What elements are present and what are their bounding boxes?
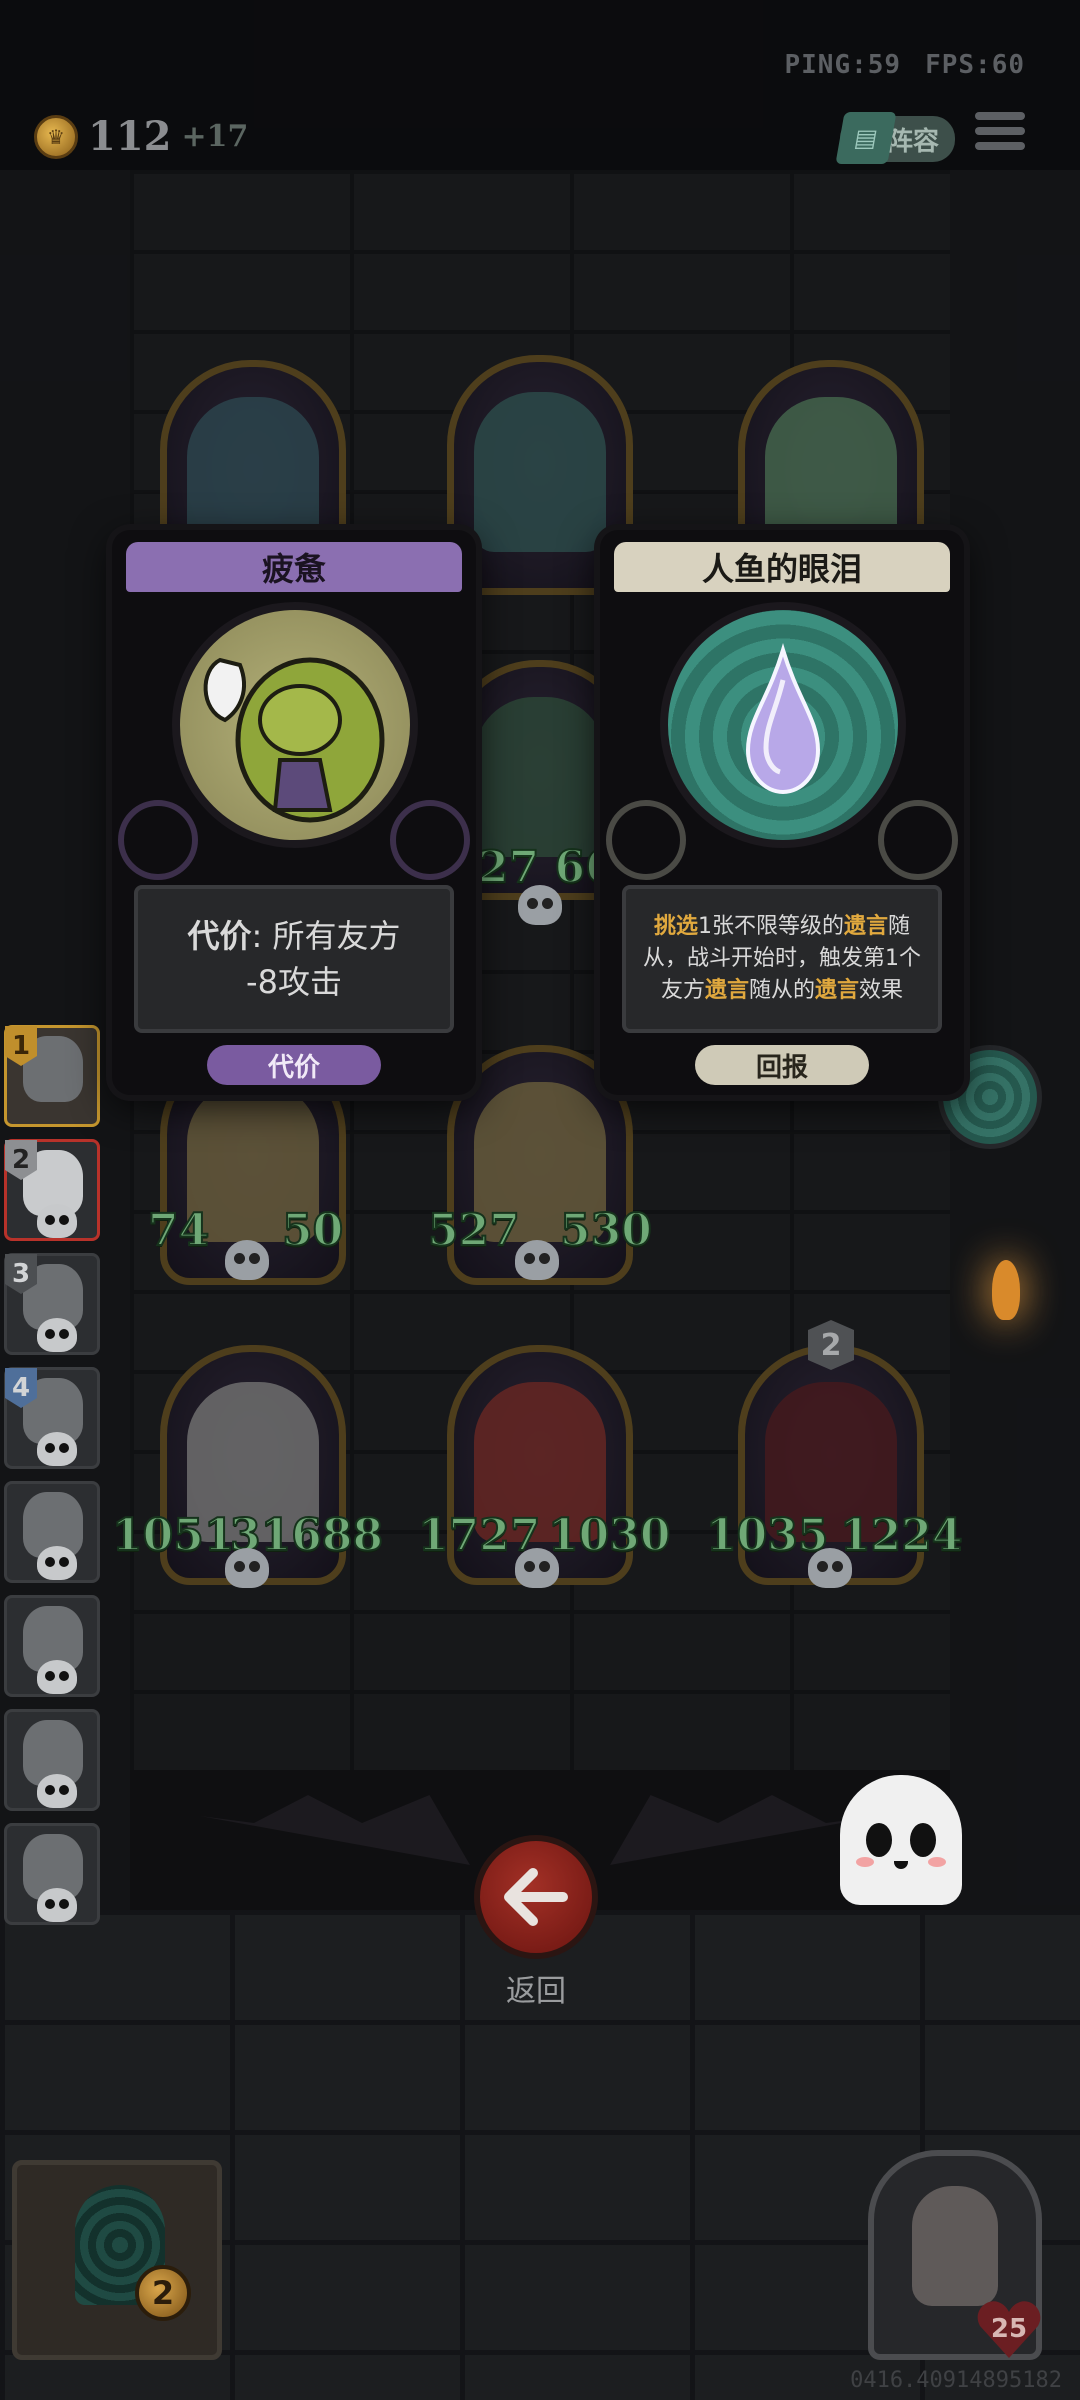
ping-text: PING:59 bbox=[784, 50, 902, 80]
highlight-text: 遗言 bbox=[704, 978, 749, 1003]
desc-text: 1张不限等级的 bbox=[697, 914, 844, 939]
player-slot[interactable] bbox=[4, 1595, 100, 1697]
cost-text-line2: -8攻击 bbox=[246, 963, 342, 1001]
cost-card-description: 代价: 所有友方 -8攻击 bbox=[134, 885, 454, 1033]
session-id: 0416.40914895182 bbox=[850, 2368, 1062, 2393]
lineup-label: 阵容 bbox=[886, 126, 939, 157]
skull-icon bbox=[37, 1774, 77, 1808]
minion-health: 1030 bbox=[547, 1509, 671, 1562]
hero-avatar bbox=[912, 2186, 998, 2306]
highlight-text: 遗言 bbox=[815, 978, 860, 1003]
modal-dim-overlay bbox=[0, 0, 1080, 2400]
coin-amount: 112 bbox=[88, 113, 172, 160]
cost-card-art bbox=[172, 602, 418, 848]
player-slot[interactable]: 2 bbox=[4, 1139, 100, 1241]
arrow-left-icon bbox=[504, 1868, 568, 1926]
back-label: 返回 bbox=[506, 1974, 566, 2009]
minion-attack: 1035 bbox=[705, 1509, 829, 1562]
minion-health: 1224 bbox=[839, 1509, 963, 1562]
fps-text: FPS:60 bbox=[925, 50, 1025, 80]
crown-coin-icon: ♛ bbox=[34, 114, 78, 159]
minion-attack: 527 bbox=[427, 1204, 521, 1257]
mermaid-tear-icon bbox=[745, 643, 821, 795]
highlight-text: 遗言 bbox=[843, 914, 888, 939]
frame-ornament bbox=[118, 800, 198, 880]
deathrattle-skull-icon bbox=[515, 1240, 559, 1280]
minion-health: 530 bbox=[559, 1204, 653, 1257]
cost-tag: 代价 bbox=[207, 1045, 381, 1085]
coin-income: +17 bbox=[181, 119, 249, 154]
coin-counter: ♛ 112 +17 bbox=[34, 113, 248, 160]
reward-tag: 回报 bbox=[695, 1045, 869, 1085]
reward-card-title: 人鱼的眼泪 bbox=[614, 542, 950, 592]
tired-ogre-icon bbox=[203, 657, 385, 823]
player-slot[interactable] bbox=[4, 1823, 100, 1925]
cost-keyword: 代价 bbox=[187, 917, 252, 955]
player-slot[interactable]: 4 bbox=[4, 1367, 100, 1469]
skull-icon bbox=[37, 1204, 77, 1238]
deathrattle-skull-icon bbox=[225, 1548, 269, 1588]
deathrattle-skull-icon bbox=[518, 885, 562, 925]
player-slot[interactable]: 1 bbox=[4, 1025, 100, 1127]
highlight-text: 挑选 bbox=[653, 914, 698, 939]
tier-badge: 2 bbox=[808, 1320, 854, 1370]
tavern-tier: 2 bbox=[135, 2265, 191, 2321]
frame-ornament bbox=[390, 800, 470, 880]
frame-ornament bbox=[878, 800, 958, 880]
network-stats: PING:59 FPS:60 bbox=[761, 50, 1026, 80]
reward-card-description: 挑选1张不限等级的遗言随从，战斗开始时，触发第1个友方遗言随从的遗言效果 bbox=[622, 885, 942, 1033]
reward-card-art bbox=[660, 602, 906, 848]
deathrattle-skull-icon bbox=[808, 1548, 852, 1588]
tavern-shop-button[interactable]: 2 bbox=[12, 2160, 222, 2360]
candle-icon bbox=[992, 1260, 1020, 1320]
skull-icon bbox=[37, 1546, 77, 1580]
skull-icon bbox=[37, 1888, 77, 1922]
desc-text: 随从的 bbox=[748, 978, 815, 1003]
ghost-mascot[interactable] bbox=[840, 1775, 962, 1905]
minion-attack: 74 bbox=[147, 1204, 210, 1257]
deathrattle-skull-icon bbox=[225, 1240, 269, 1280]
skull-icon bbox=[37, 1432, 77, 1466]
desc-text: 效果 bbox=[859, 978, 904, 1003]
menu-button[interactable] bbox=[975, 112, 1025, 158]
reward-card[interactable]: 人鱼的眼泪 挑选1张不限等级的遗言随从，战斗开始时，触发第1个友方遗言随从的遗言… bbox=[600, 530, 964, 1095]
player-slot[interactable] bbox=[4, 1481, 100, 1583]
frame-ornament bbox=[606, 800, 686, 880]
player-slot[interactable] bbox=[4, 1709, 100, 1811]
player-slot[interactable]: 3 bbox=[4, 1253, 100, 1355]
skull-icon bbox=[37, 1318, 77, 1352]
back-button[interactable] bbox=[474, 1835, 598, 1959]
skull-icon bbox=[37, 1660, 77, 1694]
cost-card-title: 疲惫 bbox=[126, 542, 462, 592]
player-list: 1 2 3 4 bbox=[4, 1025, 104, 1937]
book-icon: ▤ bbox=[835, 112, 897, 164]
cost-text: : 所有友方 bbox=[251, 917, 401, 955]
anchor-icon bbox=[515, 1548, 559, 1588]
cost-card[interactable]: 疲惫 代价: 所有友方 -8攻击 代价 bbox=[112, 530, 476, 1095]
minion-health: 50 bbox=[281, 1204, 344, 1257]
minion-attack: 1051 bbox=[111, 1509, 235, 1562]
